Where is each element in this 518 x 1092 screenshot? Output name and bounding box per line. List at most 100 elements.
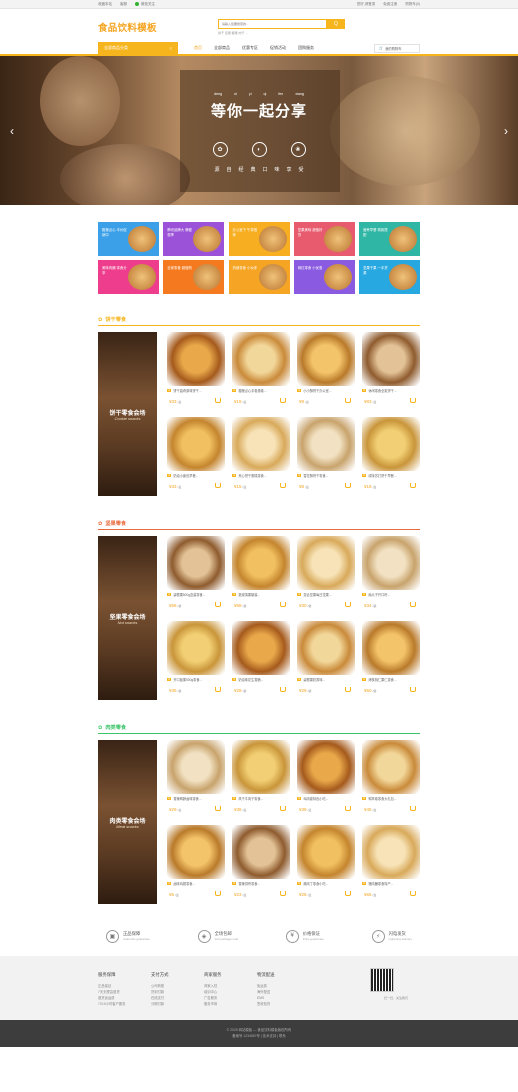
product-name[interactable]: 碧根果奶香味... — [303, 677, 325, 682]
add-to-cart-icon[interactable] — [345, 602, 351, 607]
product-card[interactable]: ⊙ 混合坚果每日坚果... ¥30/袋 — [297, 536, 355, 615]
product-name[interactable]: 酱肉丁零食小吃... — [303, 881, 328, 886]
hot-keywords[interactable]: 饼干 坚果 糖果 肉干 ... — [218, 31, 248, 35]
product-card[interactable]: ⊙ 碧根果500g盒装零食... ¥58/袋 — [167, 536, 225, 615]
add-to-cart-icon[interactable] — [215, 806, 221, 811]
add-to-cart-icon[interactable] — [410, 398, 416, 403]
add-to-cart-icon[interactable] — [215, 891, 221, 896]
product-card[interactable]: ⊙ 猪肉脯零食特产... ¥65/盒 — [362, 825, 420, 904]
product-name[interactable]: 卤味鸡翅零食... — [173, 881, 195, 886]
product-card[interactable]: ⊙ 风干牛肉干零食... ¥36/盒 — [232, 740, 290, 819]
promo-tile[interactable]: 腾讯品牌大 牌盛惠季 — [163, 222, 225, 256]
product-image[interactable] — [362, 417, 420, 471]
product-image[interactable] — [167, 536, 225, 590]
site-logo[interactable]: 食品饮料模板 — [98, 20, 157, 34]
product-name[interactable]: 雪花酥饼干零食... — [303, 473, 328, 478]
product-card[interactable]: ⊙ 小小酥饼干办公室... ¥8/盒 — [297, 332, 355, 411]
product-image[interactable] — [232, 740, 290, 794]
login-link[interactable]: 您好,请登录 — [357, 2, 375, 7]
product-image[interactable] — [297, 740, 355, 794]
product-image[interactable] — [167, 332, 225, 386]
product-image[interactable] — [232, 417, 290, 471]
product-card[interactable]: ⊙ 香辣鸭脖卤味零食... ¥29/盒 — [167, 740, 225, 819]
service-link[interactable]: 客服 — [120, 2, 127, 7]
product-name[interactable]: 碧根果500g盒装零食... — [173, 592, 205, 597]
add-to-cart-icon[interactable] — [410, 483, 416, 488]
promo-tile[interactable]: 网红零食 小优惠 — [293, 260, 355, 294]
nav-item-group-buy[interactable]: 团购服务 — [292, 45, 320, 51]
add-to-cart-icon[interactable] — [410, 602, 416, 607]
section-banner[interactable]: 坚果零食会场 Nut snacks — [98, 536, 157, 700]
add-to-cart-icon[interactable] — [345, 398, 351, 403]
product-image[interactable] — [297, 825, 355, 879]
product-name[interactable]: 鸭掌卷零食大礼包... — [368, 796, 396, 801]
nav-item-discounts[interactable]: 优惠专区 — [236, 45, 264, 51]
add-to-cart-icon[interactable] — [345, 806, 351, 811]
product-card[interactable]: ⊙ 鸭掌卷零食大礼包... ¥45/盒 — [362, 740, 420, 819]
add-to-cart-icon[interactable] — [410, 891, 416, 896]
promo-tile[interactable]: 热销零食 小伙伴 — [228, 260, 290, 294]
add-to-cart-icon[interactable] — [410, 806, 416, 811]
promo-tile[interactable]: 粗粮点心 半价促销中 — [98, 222, 159, 256]
product-card[interactable]: ⊙ 夏威夷果罐装... ¥58/袋 — [232, 536, 290, 615]
product-name[interactable]: 猪肉脯零食特产... — [368, 881, 393, 886]
add-to-cart-icon[interactable] — [215, 687, 221, 692]
product-name[interactable]: 开口板栗500g零食... — [173, 677, 202, 682]
section-banner[interactable]: 肉类零食会场 Meat snacks — [98, 740, 157, 904]
product-name[interactable]: 烤核桃仁果仁零食... — [368, 677, 396, 682]
search-input[interactable] — [218, 19, 327, 29]
product-image[interactable] — [297, 332, 355, 386]
product-image[interactable] — [167, 417, 225, 471]
product-image[interactable] — [232, 825, 290, 879]
product-name[interactable]: 粗粮点心手卷蛋卷... — [238, 388, 266, 393]
footer-link[interactable]: 分期付款 — [151, 1001, 204, 1007]
product-card[interactable]: ⊙ 卤味鸡翅零食... ¥5/盒 — [167, 825, 225, 904]
add-to-cart-icon[interactable] — [280, 483, 286, 488]
product-image[interactable] — [167, 825, 225, 879]
promo-tile[interactable]: 营养早餐 精致搭配 — [359, 222, 420, 256]
product-card[interactable]: ⊙ 碧根果奶香味... ¥29/袋 — [297, 621, 355, 700]
product-image[interactable] — [232, 621, 290, 675]
product-card[interactable]: ⊙ 南瓜子开口籽... ¥34/袋 — [362, 536, 420, 615]
banner-prev-button[interactable]: ‹ — [10, 124, 14, 138]
product-image[interactable] — [167, 621, 225, 675]
product-name[interactable]: 奶油味花生香脆... — [238, 677, 263, 682]
footer-link[interactable]: 签收验货 — [257, 1001, 310, 1007]
product-name[interactable]: 小小酥饼干办公室... — [303, 388, 331, 393]
product-image[interactable] — [297, 621, 355, 675]
product-name[interactable]: 风干牛肉干零食... — [238, 796, 263, 801]
product-name[interactable]: 混合坚果每日坚果... — [303, 592, 331, 597]
promo-tile[interactable]: 全家零食 超值购 — [163, 260, 225, 294]
banner-next-button[interactable]: › — [504, 124, 508, 138]
add-to-cart-icon[interactable] — [280, 687, 286, 692]
all-categories-button[interactable]: 全部商品分类 ≡ — [98, 42, 178, 54]
add-to-cart-icon[interactable] — [280, 891, 286, 896]
register-link[interactable]: 免费注册 — [383, 2, 397, 7]
product-image[interactable] — [362, 536, 420, 590]
product-image[interactable] — [297, 417, 355, 471]
nav-item-promotions[interactable]: 促销活动 — [264, 45, 292, 51]
product-name[interactable]: 鸡肉卷特色小吃... — [303, 796, 328, 801]
product-card[interactable]: ⊙ 酱肉丁零食小吃... ¥28/盒 — [297, 825, 355, 904]
promo-tile[interactable]: 办公室下 午茶推荐 — [228, 222, 290, 256]
product-name[interactable]: 夏威夷果罐装... — [238, 592, 260, 597]
product-card[interactable]: ⊙ 休闲零食全麦饼干... ¥83/盒 — [362, 332, 420, 411]
cart-button[interactable]: 🛒 我的购物车 — [374, 43, 420, 53]
product-card[interactable]: ⊙ 咸味苏打饼干早餐... ¥18/盒 — [362, 417, 420, 496]
add-to-cart-icon[interactable] — [345, 483, 351, 488]
bookmark-link[interactable]: 收藏本站 — [98, 2, 112, 7]
product-card[interactable]: ⊙ 奶油味花生香脆... ¥28/袋 — [232, 621, 290, 700]
product-card[interactable]: ⊙ 夹心饼干蛋糕零食... ¥15/盒 — [232, 417, 290, 496]
promo-tile[interactable]: 美味肉脯 零食分享 — [98, 260, 159, 294]
product-image[interactable] — [232, 536, 290, 590]
promo-tile[interactable]: 坚果干果 一手货源 — [359, 260, 420, 294]
product-card[interactable]: ⊙ 开口板栗500g零食... ¥35/袋 — [167, 621, 225, 700]
add-to-cart-icon[interactable] — [215, 398, 221, 403]
footer-link[interactable]: 7X15小时客户服务 — [98, 1001, 151, 1007]
add-to-cart-icon[interactable] — [280, 806, 286, 811]
add-to-cart-icon[interactable] — [215, 602, 221, 607]
section-banner[interactable]: 饼干零食会场 Cookie snacks — [98, 332, 157, 496]
add-to-cart-icon[interactable] — [410, 687, 416, 692]
product-name[interactable]: 香辣排骨零食... — [238, 881, 260, 886]
product-name[interactable]: 饼干曲奇原味饼干... — [173, 388, 201, 393]
